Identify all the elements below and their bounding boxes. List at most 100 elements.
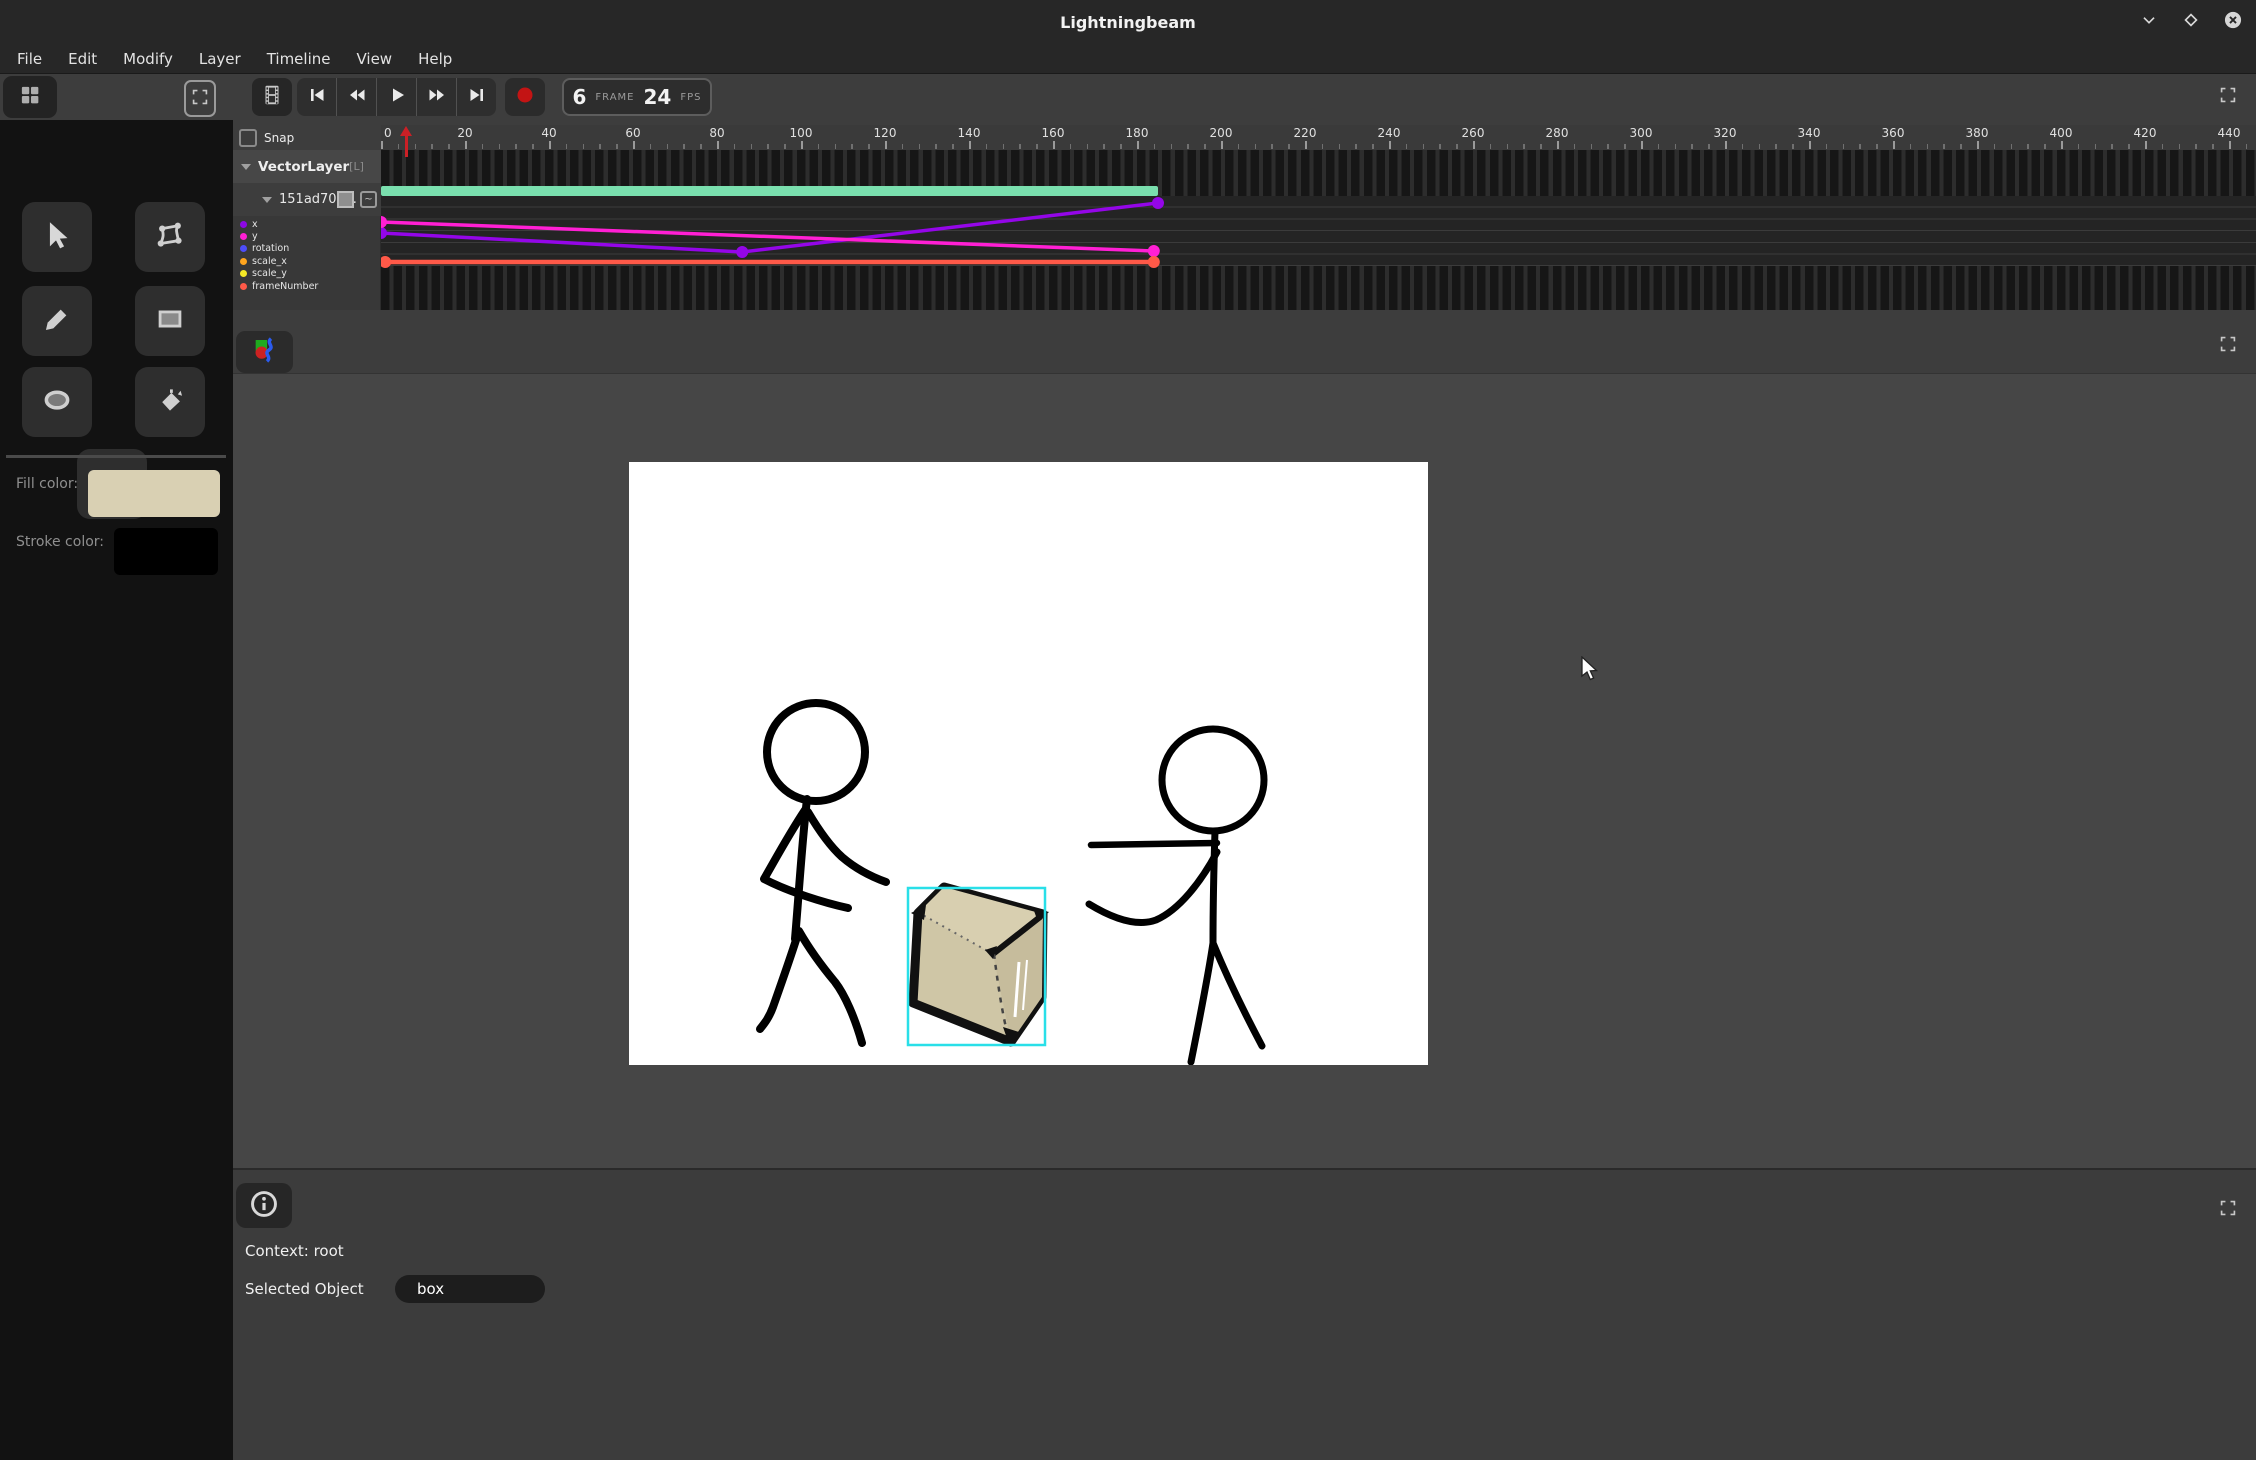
transport-controls	[297, 78, 496, 116]
property-dot-icon	[240, 221, 247, 228]
close-circle-icon	[2222, 9, 2244, 35]
playhead[interactable]	[400, 126, 412, 157]
menu-timeline[interactable]: Timeline	[254, 44, 344, 74]
play-icon	[385, 83, 409, 111]
property-label: frameNumber	[252, 281, 318, 292]
snap-row: Snap	[233, 125, 381, 150]
property-label: y	[252, 231, 258, 242]
menu-file[interactable]: File	[4, 44, 55, 74]
inspector-expand-button[interactable]	[2216, 1198, 2240, 1222]
fast-forward-button[interactable]	[417, 78, 457, 116]
property-row-rotation[interactable]: rotation	[233, 243, 381, 255]
chevron-down-button[interactable]	[2138, 11, 2160, 33]
property-label: scale_x	[252, 256, 287, 267]
tools-expand-button[interactable]	[184, 80, 216, 117]
timeline-panel: 6 FRAME 24 FPS Snap VectorLayer [L] 151a…	[233, 74, 2256, 310]
close-circle-button[interactable]	[2222, 11, 2244, 33]
keyframe-dot-y[interactable]	[381, 216, 387, 228]
property-label: rotation	[252, 243, 289, 254]
timeline-menu-button[interactable]	[252, 78, 292, 116]
rewind-button[interactable]	[337, 78, 377, 116]
skip-to-start-button[interactable]	[297, 78, 337, 116]
transform-tool-button[interactable]	[135, 202, 205, 272]
menu-edit[interactable]: Edit	[55, 44, 110, 74]
timeline-grid[interactable]: 0204060801001201401601802002202402602803…	[381, 125, 2256, 310]
toolbar-divider	[6, 455, 226, 458]
canvas-panel	[233, 310, 2256, 1168]
cursor-icon	[40, 218, 74, 256]
rectangle-tool-button[interactable]	[135, 286, 205, 356]
grid-icon	[17, 82, 43, 112]
right-stick-figure[interactable]	[1089, 729, 1264, 1062]
expand-icon	[2217, 84, 2239, 110]
panel-grid-button[interactable]	[3, 76, 57, 118]
stroke-color-swatch[interactable]	[114, 528, 218, 575]
keyframe-dot-x[interactable]	[1152, 197, 1164, 209]
chevron-down-icon	[2138, 9, 2160, 35]
skip-to-start-icon	[305, 83, 329, 111]
keyframe-dot-y[interactable]	[1148, 245, 1160, 257]
rewind-icon	[345, 83, 369, 111]
expand-icon	[2217, 333, 2239, 359]
collapse-triangle-icon[interactable]	[262, 197, 272, 203]
rectangle-icon	[153, 302, 187, 340]
object-tilde-button[interactable]: ~	[360, 191, 377, 208]
skip-to-end-button[interactable]	[457, 78, 496, 116]
stage-drawing	[629, 462, 1428, 1065]
property-row-frameNumber[interactable]: frameNumber	[233, 280, 381, 292]
menu-layer[interactable]: Layer	[186, 44, 254, 74]
keyframe-dot-x[interactable]	[736, 246, 748, 258]
selected-object-label: Selected Object	[245, 1280, 364, 1298]
paint-bucket-tool-button[interactable]	[135, 367, 205, 437]
menu-modify[interactable]: Modify	[110, 44, 186, 74]
inspector-panel: Context: root Selected Object box	[233, 1168, 2256, 1460]
property-row-y[interactable]: y	[233, 230, 381, 242]
fps-unit-label: FPS	[680, 92, 701, 103]
selected-object-input[interactable]: box	[395, 1275, 545, 1303]
menu-help[interactable]: Help	[405, 44, 465, 74]
playhead-arrow-icon	[400, 126, 412, 136]
skip-to-end-icon	[465, 83, 489, 111]
property-dot-icon	[240, 245, 247, 252]
collapse-triangle-icon[interactable]	[241, 164, 251, 170]
window-title: Lightningbeam	[0, 0, 2256, 44]
canvas-expand-button[interactable]	[2216, 334, 2240, 358]
menu-view[interactable]: View	[343, 44, 405, 74]
timeline-expand-button[interactable]	[2216, 85, 2240, 109]
keyframe-dot-frameNumber[interactable]	[1148, 256, 1160, 268]
fast-forward-icon	[425, 83, 449, 111]
tools-panel-header	[0, 74, 233, 120]
ellipse-tool-button[interactable]	[22, 367, 92, 437]
play-button[interactable]	[377, 78, 417, 116]
object-row-151ad70a[interactable]: 151ad70a... ~	[233, 183, 381, 216]
animation-stage[interactable]	[629, 462, 1428, 1065]
property-row-scale_x[interactable]: scale_x	[233, 255, 381, 267]
property-row-scale_y[interactable]: scale_y	[233, 268, 381, 280]
context-label: Context: root	[245, 1242, 344, 1260]
box-object[interactable]	[911, 887, 1049, 1047]
inspector-tab-button[interactable]	[236, 1183, 292, 1228]
canvas-tab-button[interactable]	[236, 331, 293, 373]
title-bar: Lightningbeam	[0, 0, 2256, 45]
keyframe-dot-x[interactable]	[381, 227, 387, 239]
object-color-button[interactable]	[337, 191, 354, 208]
diamond-button[interactable]	[2180, 11, 2202, 33]
curve-y	[381, 222, 1154, 251]
window-controls	[2138, 0, 2244, 44]
property-dot-icon	[240, 270, 247, 277]
shapes-logo-icon	[249, 334, 281, 370]
record-button[interactable]	[505, 78, 545, 116]
fill-color-swatch[interactable]	[88, 470, 220, 517]
layers-column: Snap VectorLayer [L] 151ad70a... ~ xyrot…	[233, 125, 381, 310]
tool-sidebar: Fill color: Stroke color:	[0, 74, 233, 1460]
cursor-tool-button[interactable]	[22, 202, 92, 272]
keyframe-dot-frameNumber[interactable]	[381, 256, 391, 268]
fps-value: 24	[644, 85, 672, 109]
snap-checkbox[interactable]	[239, 129, 257, 147]
left-stick-figure[interactable]	[760, 703, 886, 1043]
ellipse-icon	[40, 383, 74, 421]
property-row-x[interactable]: x	[233, 218, 381, 230]
pencil-tool-button[interactable]	[22, 286, 92, 356]
paint-bucket-icon	[153, 383, 187, 421]
layer-row-vectorlayer[interactable]: VectorLayer [L]	[233, 150, 381, 183]
